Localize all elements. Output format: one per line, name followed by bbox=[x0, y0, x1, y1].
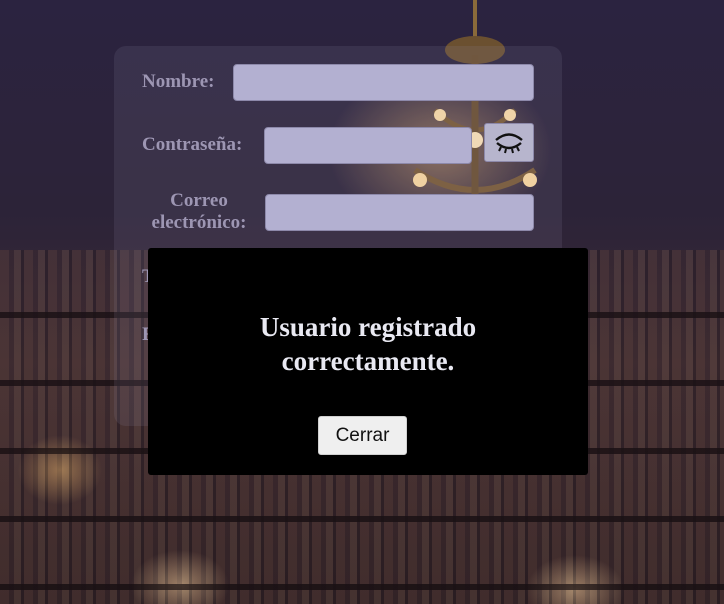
modal-overlay: Usuario registrado correctamente. Cerrar bbox=[0, 0, 724, 604]
success-modal: Usuario registrado correctamente. Cerrar bbox=[148, 248, 588, 475]
modal-message: Usuario registrado correctamente. bbox=[259, 312, 477, 376]
close-button[interactable]: Cerrar bbox=[318, 416, 407, 455]
